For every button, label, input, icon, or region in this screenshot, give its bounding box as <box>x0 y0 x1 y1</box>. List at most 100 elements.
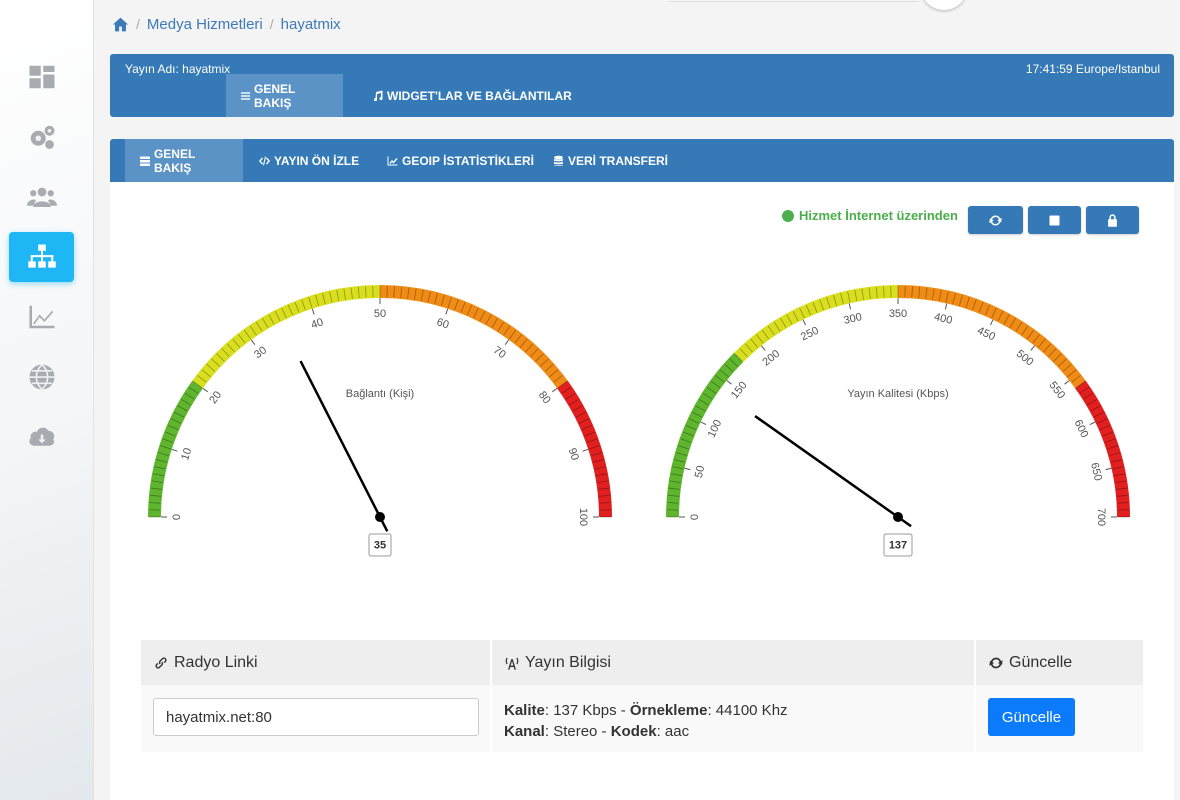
lock-button[interactable] <box>1086 206 1139 234</box>
stop-button[interactable] <box>1028 206 1081 234</box>
gauge-major-tick <box>504 339 510 345</box>
breadcrumb: / Medya Hizmetleri / hayatmix <box>112 14 341 34</box>
table-cell-info: Kalite: 137 Kbps - Örnekleme: 44100 Khz … <box>492 685 974 752</box>
gauge-major-tick <box>311 308 315 315</box>
header-stream-info: Yayın Bilgisi <box>492 640 974 685</box>
service-status: Hizmet İnternet üzerinden <box>782 208 958 223</box>
cloud-download-icon <box>29 427 54 446</box>
overview-panel: GENEL BAKIŞ YAYIN ÖN İZLE GEOIP İSTATİST… <box>110 139 1174 800</box>
gauge-major-tick <box>582 448 589 452</box>
gauge-title: Yayın Kalitesi (Kbps) <box>847 388 948 400</box>
subtab-overview[interactable]: GENEL BAKIŞ <box>125 139 243 182</box>
gauge-tick-label: 550 <box>1046 379 1067 401</box>
header-update: Güncelle <box>976 640 1143 685</box>
gauge-tick-label: 50 <box>374 308 386 320</box>
radio-link-input[interactable] <box>153 698 479 736</box>
gauge-tick-label: 450 <box>975 325 997 344</box>
stream-details: Kalite: 137 Kbps - Örnekleme: 44100 Khz … <box>504 702 788 740</box>
sidebar-item-downloads[interactable] <box>9 412 74 462</box>
gauge-major-tick <box>726 380 732 385</box>
stream-name: Yayın Adı: hayatmix <box>125 62 231 76</box>
area-chart-icon <box>29 305 54 329</box>
sidebar-item-dashboard[interactable] <box>9 52 74 102</box>
dashboard-icon <box>29 65 54 89</box>
gears-icon <box>30 125 54 149</box>
gauge-major-tick <box>445 308 449 315</box>
gauge-tick-label: 30 <box>252 344 269 361</box>
refresh-icon <box>989 214 1002 226</box>
sidebar-item-settings[interactable] <box>9 112 74 162</box>
gauge-tick-label: 300 <box>843 311 864 327</box>
refresh-icon <box>989 657 1003 668</box>
status-dot-icon <box>782 209 794 222</box>
gauge-tick-label: 200 <box>760 348 782 369</box>
sidebar <box>0 0 94 800</box>
gauge-tick-label: 400 <box>933 311 954 327</box>
gauge-tick-label: 100 <box>706 418 725 440</box>
subtab-geoip[interactable]: GEOIP İSTATİSTİKLERİ <box>372 139 548 182</box>
gauge-value-label: 137 <box>889 540 907 552</box>
tab-widgets[interactable]: WIDGET'LAR VE BAĞLANTILAR <box>358 74 586 117</box>
main-area: / Medya Hizmetleri / hayatmix Yayın Adı:… <box>94 0 1180 800</box>
gauge-tick-label: 150 <box>729 379 750 401</box>
sidebar-item-users[interactable] <box>9 172 74 222</box>
gauge-hub <box>375 512 385 522</box>
list-icon <box>240 91 251 100</box>
top-search-bar[interactable] <box>669 0 919 2</box>
sidebar-item-statistics[interactable] <box>9 292 74 342</box>
gauge-tick-label: 350 <box>889 308 907 320</box>
connections-gauge: 0 10 20 30 40 50 60 70 80 90 100 Bağlantı (Kişi) 35 <box>148 285 612 557</box>
table-cell-link <box>141 685 490 752</box>
subtab-bar: GENEL BAKIŞ YAYIN ÖN İZLE GEOIP İSTATİST… <box>110 139 1174 182</box>
gauge-major-tick <box>1089 421 1096 426</box>
user-avatar[interactable] <box>922 0 966 10</box>
gauge-tick-label: 40 <box>310 316 325 331</box>
gauge-tick-label: 0 <box>689 514 701 520</box>
table-cell-update: Güncelle <box>976 685 1143 752</box>
subtab-preview[interactable]: YAYIN ÖN İZLE <box>244 139 373 182</box>
gauge-major-tick <box>171 448 178 452</box>
tab-overview[interactable]: GENEL BAKIŞ <box>226 74 343 117</box>
sitemap-icon <box>27 244 56 268</box>
gauge-major-tick <box>684 467 691 471</box>
users-icon <box>26 187 57 207</box>
server-clock: 17:41:59 Europe/Istanbul <box>1025 62 1160 76</box>
gauge-major-tick <box>802 319 807 326</box>
globe-icon <box>29 363 54 391</box>
broadcast-icon <box>505 657 519 670</box>
gauge-band <box>1075 380 1130 518</box>
home-icon[interactable] <box>112 17 129 32</box>
sidebar-item-geo[interactable] <box>9 352 74 402</box>
lock-icon <box>1108 213 1117 227</box>
gauge-tick-label: 250 <box>799 325 821 344</box>
restart-button[interactable] <box>968 206 1023 234</box>
gauge-title: Bağlantı (Kişi) <box>346 388 414 400</box>
breadcrumb-item-media-services[interactable]: Medya Hizmetleri <box>147 16 263 33</box>
database-icon <box>554 155 563 166</box>
subtab-data-transfer[interactable]: VERİ TRANSFERİ <box>538 139 682 182</box>
gauge-tick-label: 100 <box>577 508 589 526</box>
bitrate-gauge: 050100150200250300 350 4004505005506006507… <box>665 284 1130 557</box>
gauge-tick-label: 10 <box>179 447 194 462</box>
gauge-tick-label: 0 <box>171 514 183 520</box>
gauge-tick-label: 600 <box>1072 418 1091 440</box>
link-icon <box>155 656 167 669</box>
sidebar-item-services[interactable] <box>9 232 74 282</box>
code-icon <box>259 156 270 165</box>
stream-header-panel: Yayın Adı: hayatmix 17:41:59 Europe/Ista… <box>110 54 1174 117</box>
gauge-tick-label: 60 <box>435 316 450 331</box>
gauge-tick-label: 700 <box>1095 508 1107 526</box>
breadcrumb-item-stream[interactable]: hayatmix <box>281 16 341 33</box>
gauge-tick-label: 500 <box>1014 348 1036 369</box>
update-button[interactable]: Güncelle <box>988 698 1075 736</box>
line-chart-icon <box>387 156 398 165</box>
gauge-needle <box>299 360 389 532</box>
gauge-hub <box>893 512 903 522</box>
gauge-tick-label: 70 <box>491 344 508 361</box>
gauge-major-tick <box>1064 380 1070 385</box>
header-radio-link: Radyo Linki <box>141 640 490 685</box>
gauge-major-tick <box>700 421 707 426</box>
gauge-needle <box>754 415 912 528</box>
gauge-major-tick <box>761 345 766 351</box>
gauge-tick-label: 20 <box>207 389 224 406</box>
